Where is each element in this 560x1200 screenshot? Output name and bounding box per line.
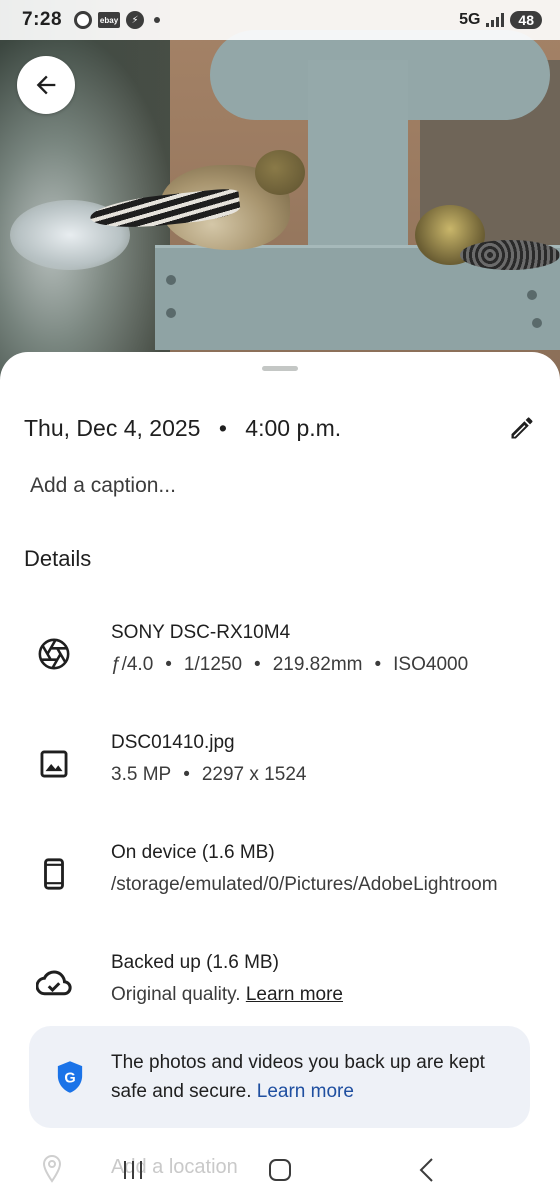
- iso-value: ISO4000: [393, 654, 469, 675]
- camera-specs: ƒ/4.0 • 1/1250 • 219.82mm • ISO4000: [111, 654, 469, 675]
- info-sheet: Thu, Dec 4, 2025 • 4:00 p.m. Add a capti…: [0, 352, 560, 1200]
- backup-title: Backed up (1.6 MB): [111, 952, 279, 973]
- network-type: 5G: [459, 11, 481, 28]
- edit-date-button[interactable]: [506, 412, 538, 444]
- system-nav-bar: [0, 1140, 560, 1200]
- details-heading: Details: [24, 546, 92, 571]
- camera-model: SONY DSC-RX10M4: [111, 622, 291, 643]
- date-separator: •: [218, 414, 227, 441]
- date-time-text: Thu, Dec 4, 2025 • 4:00 p.m.: [24, 415, 341, 442]
- status-time: 7:28: [22, 9, 63, 30]
- battery-indicator: 48: [510, 11, 542, 29]
- status-right: 5G 48: [459, 11, 542, 29]
- home-icon: [268, 1159, 291, 1181]
- date-text: Thu, Dec 4, 2025: [24, 414, 201, 441]
- drag-handle[interactable]: [262, 366, 298, 371]
- bolt: [166, 275, 176, 285]
- photo-preview[interactable]: [0, 0, 560, 380]
- bolt: [166, 308, 176, 318]
- back-button[interactable]: [17, 56, 75, 114]
- megapixels-value: 3.5 MP: [111, 764, 172, 785]
- signal-icon: [486, 13, 505, 27]
- recent-apps-button[interactable]: [113, 1150, 153, 1190]
- file-name: DSC01410.jpg: [111, 732, 235, 753]
- seeds: [460, 240, 560, 270]
- chevron-left-icon: [419, 1158, 433, 1182]
- shutter-value: 1/1250: [183, 654, 243, 675]
- time-text: 4:00 p.m.: [245, 414, 342, 441]
- aperture-value: ƒ/4.0: [111, 654, 154, 675]
- notification-icons: ebay ⚡: [74, 11, 161, 29]
- caption-input[interactable]: Add a caption...: [30, 474, 176, 498]
- phone-icon: [36, 856, 72, 892]
- bird-head: [255, 150, 305, 195]
- arrow-back-icon: [36, 75, 56, 95]
- ebay-icon: ebay: [98, 12, 121, 28]
- dot-icon: [154, 17, 161, 23]
- pencil-icon: [511, 417, 533, 439]
- system-back-button[interactable]: [407, 1150, 447, 1190]
- focal-length-value: 219.82mm: [272, 654, 363, 675]
- cloud-done-icon: [36, 966, 72, 1002]
- chrome-icon: [74, 11, 93, 29]
- security-message: The photos and videos you back up are ke…: [111, 1048, 510, 1106]
- google-shield-icon: G: [57, 1061, 83, 1093]
- camera-details-item: SONY DSC-RX10M4 ƒ/4.0 • 1/1250 • 219.82mm • IS…: [0, 622, 560, 702]
- backup-item: Backed up (1.6 MB) Original quality. Lea…: [0, 952, 560, 1032]
- recent-apps-icon: [124, 1161, 143, 1179]
- home-button[interactable]: [260, 1150, 300, 1190]
- resolution-value: 2297 x 1524: [201, 764, 307, 785]
- file-path: /storage/emulated/0/Pictures/AdobeLightr…: [111, 874, 498, 895]
- date-time-row: Thu, Dec 4, 2025 • 4:00 p.m.: [24, 412, 538, 444]
- bolt: [527, 290, 537, 300]
- status-bar: 7:28 ebay ⚡ 5G 48: [0, 0, 560, 40]
- backup-subtitle: Original quality. Learn more: [111, 984, 343, 1006]
- messenger-icon: ⚡: [126, 11, 145, 29]
- bolt: [532, 318, 542, 328]
- file-details-item: DSC01410.jpg 3.5 MP • 2297 x 1524: [0, 732, 560, 812]
- backup-learn-more-link[interactable]: Learn more: [246, 984, 343, 1005]
- svg-text:G: G: [64, 1070, 75, 1086]
- file-specs: 3.5 MP • 2297 x 1524: [111, 764, 307, 785]
- image-icon: [36, 746, 72, 782]
- quality-text: Original quality.: [111, 984, 241, 1005]
- device-storage-title: On device (1.6 MB): [111, 842, 275, 863]
- security-banner: G The photos and videos you back up are …: [29, 1026, 530, 1128]
- security-learn-more-link[interactable]: Learn more: [257, 1081, 354, 1102]
- camera-aperture-icon: [36, 636, 72, 672]
- device-storage-item: On device (1.6 MB) /storage/emulated/0/P…: [0, 842, 560, 922]
